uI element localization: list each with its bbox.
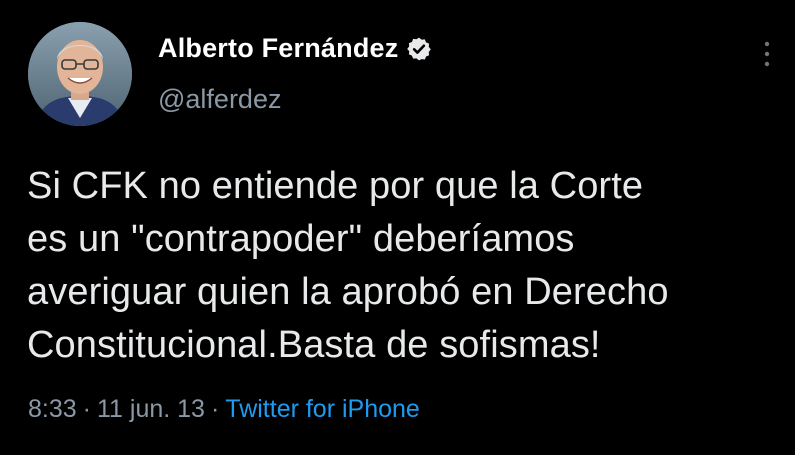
tweet-text-line: averiguar quien la aprobó en Derecho xyxy=(27,271,669,313)
tweet-text-line: Si CFK no entiende por que la Corte xyxy=(27,165,644,207)
meta-separator: · xyxy=(210,395,220,423)
author-name-row: Alberto Fernández xyxy=(158,33,432,64)
tweet-source-link[interactable]: Twitter for iPhone xyxy=(225,395,420,423)
verified-badge-icon xyxy=(406,36,432,62)
tweet-meta: 8:33 · 11 jun. 13 · Twitter for iPhone xyxy=(28,395,420,424)
tweet-card: Alberto Fernández @alferdez Si CFK no en… xyxy=(0,0,795,455)
avatar[interactable] xyxy=(28,22,132,126)
tweet-time[interactable]: 8:33 xyxy=(28,395,77,423)
tweet-date[interactable]: 11 jun. 13 xyxy=(97,395,205,423)
profile-photo-icon xyxy=(28,22,132,126)
author-display-name[interactable]: Alberto Fernández xyxy=(158,33,398,64)
author-handle[interactable]: @alferdez xyxy=(158,84,281,115)
tweet-text: Si CFK no entiende por que la Corte es u… xyxy=(27,160,787,372)
more-options-icon[interactable] xyxy=(757,36,777,72)
tweet-text-line: Constitucional.Basta de sofismas! xyxy=(27,324,601,366)
tweet-text-line: es un "contrapoder" deberíamos xyxy=(27,218,575,260)
meta-separator: · xyxy=(82,395,91,423)
